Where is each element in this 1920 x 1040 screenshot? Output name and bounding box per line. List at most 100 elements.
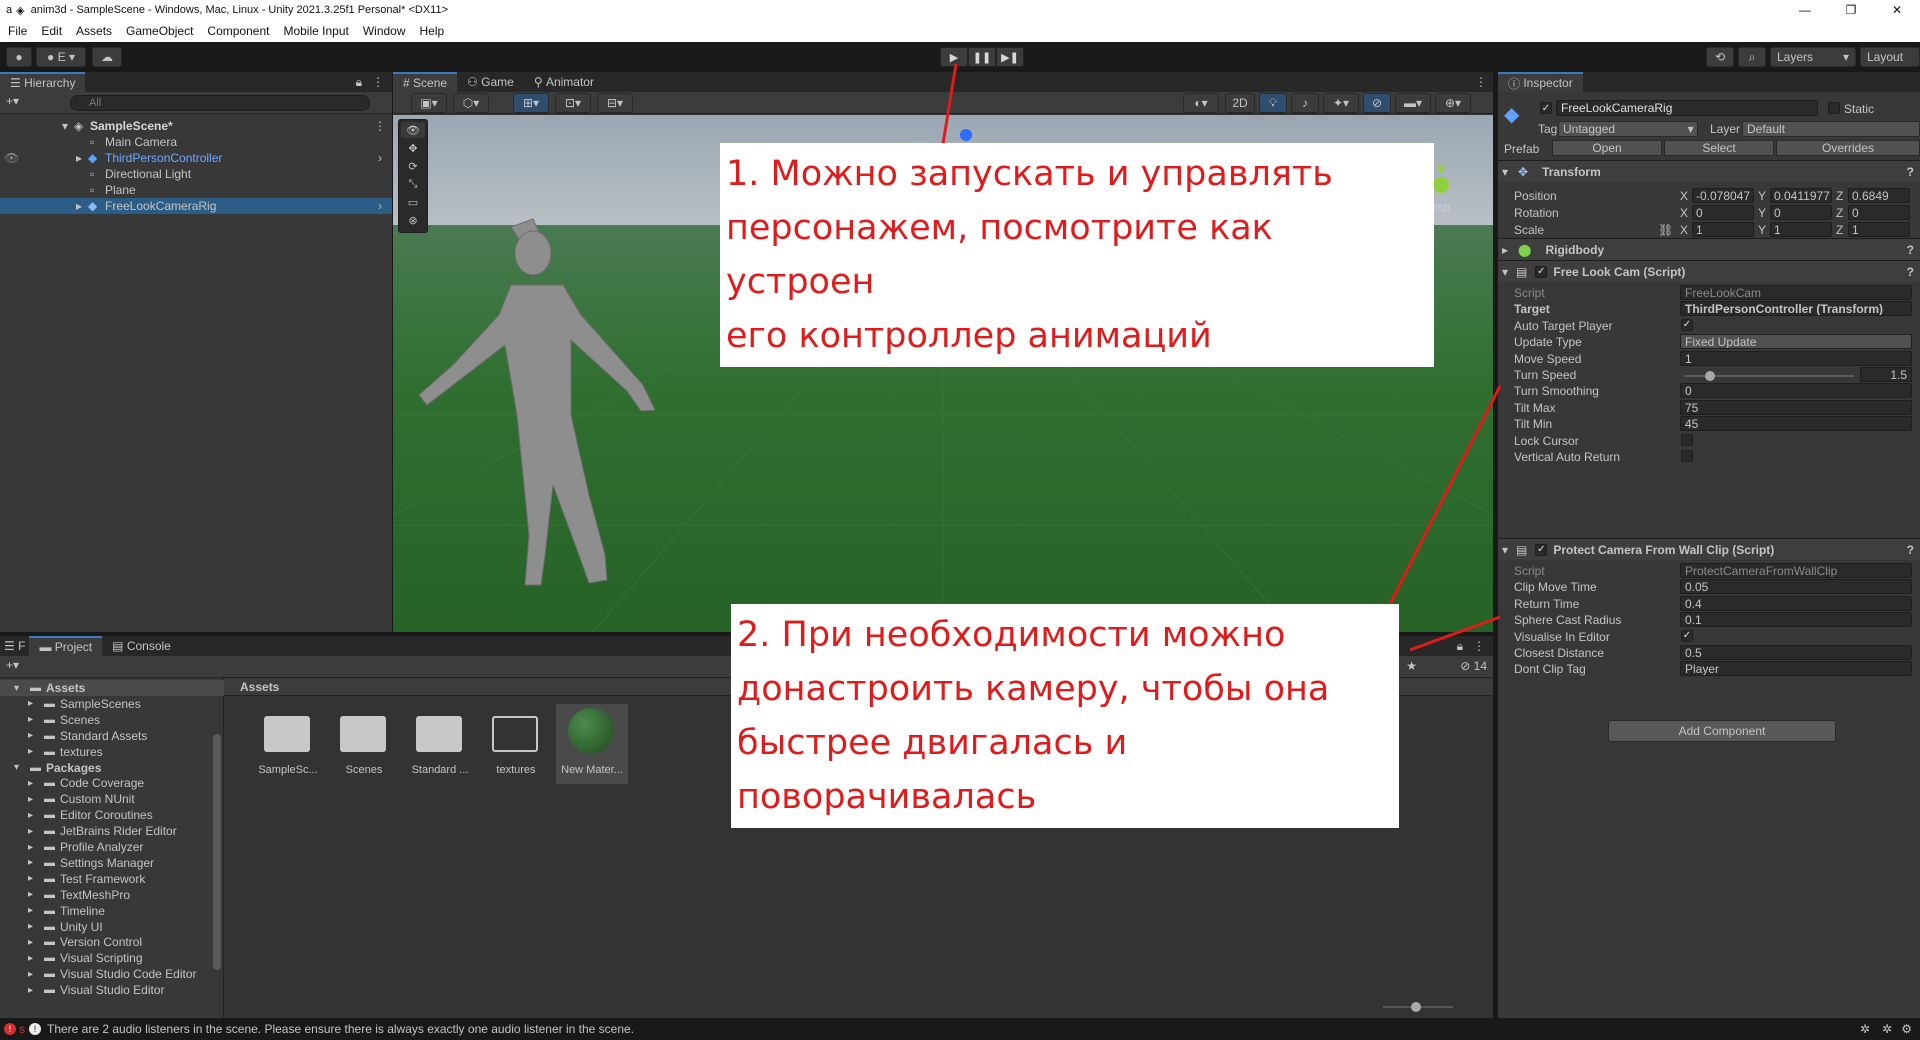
project-tree-item[interactable]: ▸ ▬ Visual Studio Code Editor <box>0 966 224 982</box>
prefab-open-button[interactable]: Open <box>1552 140 1662 156</box>
snap-dropdown[interactable]: ⊡▾ <box>555 93 591 113</box>
draw-mode-dropdown[interactable]: ▣▾ <box>411 93 447 113</box>
history-icon[interactable]: ⟲ <box>1706 47 1734 67</box>
expand-arrow-icon[interactable]: ▸ <box>76 199 82 213</box>
rigidbody-header[interactable]: ▸ ⬤ Rigidbody ? <box>1498 238 1920 260</box>
foldout-arrow-icon[interactable]: ▾ <box>1502 165 1508 179</box>
scale-tool-icon[interactable]: ⤡ <box>401 176 425 192</box>
hierarchy-row-third-person[interactable]: 👁︎ ▸ ◆ ThirdPersonController › <box>0 150 392 166</box>
close-button[interactable]: ✕ <box>1874 0 1920 20</box>
tab-inspector[interactable]: ⓘ Inspector <box>1498 72 1583 92</box>
tree-scrollbar[interactable] <box>213 734 221 970</box>
rotation-y-field[interactable]: 0 <box>1770 205 1832 220</box>
eye-icon[interactable]: 👁︎ <box>4 151 19 165</box>
kebab-menu-icon[interactable]: ⋮ <box>374 119 386 133</box>
foldout-arrow-icon[interactable]: ▸ <box>28 746 33 757</box>
lock-cursor-checkbox[interactable] <box>1681 433 1693 446</box>
project-tree-item[interactable]: ▸ ▬ TextMeshPro <box>0 887 224 903</box>
step-button[interactable]: ▶❚ <box>996 47 1024 67</box>
transform-header[interactable]: ▾ ✥ Transform ? <box>1498 160 1920 182</box>
menu-file[interactable]: File <box>8 24 27 38</box>
project-tree-item[interactable]: ▾ ▬ Packages <box>0 760 224 776</box>
add-icon[interactable]: +▾ <box>6 94 19 108</box>
foldout-arrow-icon[interactable]: ▸ <box>28 873 33 884</box>
project-tree-item[interactable]: ▸ ▬ Custom NUnit <box>0 791 224 807</box>
camera-dropdown[interactable]: ▬▾ <box>1395 93 1431 113</box>
prefab-overrides-dropdown[interactable]: Overrides <box>1776 140 1920 156</box>
project-tree-item[interactable]: ▸ ▬ Test Framework <box>0 871 224 887</box>
asset-item[interactable]: textures <box>480 704 552 784</box>
expand-arrow-icon[interactable]: ▸ <box>76 151 82 165</box>
constrain-link-icon[interactable]: ⛓ <box>1658 223 1673 237</box>
menu-mobile-input[interactable]: Mobile Input <box>283 24 348 38</box>
project-tree-item[interactable]: ▸ ▬ Version Control <box>0 934 224 950</box>
foldout-arrow-icon[interactable]: ▸ <box>28 698 33 709</box>
static-checkbox[interactable] <box>1828 102 1840 114</box>
component-enabled-checkbox[interactable]: ✓ <box>1535 543 1548 556</box>
minimize-button[interactable]: — <box>1782 0 1828 20</box>
foldout-arrow-icon[interactable]: ▸ <box>28 730 33 741</box>
foldout-arrow-icon[interactable]: ▸ <box>28 969 33 980</box>
target-field[interactable]: ThirdPersonController (Transform) <box>1680 301 1912 317</box>
menu-component[interactable]: Component <box>207 24 269 38</box>
prefab-select-button[interactable]: Select <box>1664 140 1774 156</box>
sphere-cast-radius-field[interactable]: 0.1 <box>1680 612 1912 628</box>
project-tree-item[interactable]: ▸ ▬ Profile Analyzer <box>0 839 224 855</box>
help-icon[interactable]: ? <box>1907 243 1914 257</box>
tab-scene[interactable]: # Scene <box>393 72 458 92</box>
shading-dropdown[interactable]: ⬡▾ <box>453 93 489 113</box>
visualise-in-editor-checkbox[interactable]: ✓ <box>1681 629 1693 642</box>
asset-item[interactable]: New Mater... <box>556 704 628 784</box>
move-tool-icon[interactable]: ✥ <box>401 140 425 156</box>
tag-dropdown[interactable]: Untagged ▾ <box>1558 121 1698 137</box>
foldout-arrow-icon[interactable]: ▾ <box>14 683 19 694</box>
transform-tool-icon[interactable]: ⊛ <box>401 212 425 228</box>
foldout-arrow-icon[interactable]: ▸ <box>28 778 33 789</box>
hierarchy-search-input[interactable]: All <box>70 95 370 111</box>
help-icon[interactable]: ? <box>1907 265 1914 279</box>
zoom-slider[interactable] <box>1383 1002 1453 1012</box>
project-tree-item[interactable]: ▸ ▬ Unity UI <box>0 919 224 935</box>
help-icon[interactable]: ? <box>1907 165 1914 179</box>
tab-animator[interactable]: ⚲ Animator <box>524 72 604 92</box>
project-tree-item[interactable]: ▸ ▬ SampleScenes <box>0 696 224 712</box>
hierarchy-row-main-camera[interactable]: ▫ Main Camera <box>0 134 392 150</box>
scale-y-field[interactable]: 1 <box>1770 222 1832 237</box>
clip-move-time-field[interactable]: 0.05 <box>1680 579 1912 595</box>
foldout-arrow-icon[interactable]: ▸ <box>28 889 33 900</box>
tab-hierarchy[interactable]: ☰ Hierarchy <box>0 72 86 92</box>
foldout-arrow-icon[interactable]: ▸ <box>28 810 33 821</box>
asset-item[interactable]: SampleSc... <box>252 704 324 784</box>
breadcrumb-item[interactable]: Assets <box>240 680 279 694</box>
pause-button[interactable]: ❚❚ <box>968 47 996 67</box>
foldout-arrow-icon[interactable]: ▸ <box>28 985 33 996</box>
rotation-x-field[interactable]: 0 <box>1692 205 1754 220</box>
hierarchy-row-plane[interactable]: ▫ Plane <box>0 182 392 198</box>
closest-distance-field[interactable]: 0.5 <box>1680 645 1912 660</box>
turn-smoothing-field[interactable]: 0 <box>1680 383 1912 399</box>
hierarchy-row-freelook[interactable]: ▸ ◆ FreeLookCameraRig › <box>0 198 392 214</box>
project-tree-item[interactable]: ▸ ▬ Visual Scripting <box>0 950 224 966</box>
add-icon[interactable]: +▾ <box>6 658 19 672</box>
project-tree-item[interactable]: ▾ ▬ Assets <box>0 680 224 696</box>
menu-window[interactable]: Window <box>363 24 406 38</box>
turn-speed-slider-thumb[interactable] <box>1705 371 1715 381</box>
project-tree-item[interactable]: ▸ ▬ Editor Coroutines <box>0 807 224 823</box>
error-icon[interactable]: ! <box>4 1023 16 1035</box>
hierarchy-row-directional-light[interactable]: ▫ Directional Light <box>0 166 392 182</box>
project-tree-item[interactable]: ▸ ▬ Settings Manager <box>0 855 224 871</box>
kebab-menu-icon[interactable]: ⋮ <box>1473 639 1485 653</box>
asset-item[interactable]: Standard ... <box>404 704 476 784</box>
asset-item[interactable]: Scenes <box>328 704 400 784</box>
auto-target-checkbox[interactable]: ✓ <box>1681 318 1693 331</box>
menu-edit[interactable]: Edit <box>41 24 62 38</box>
audio-toggle-icon[interactable]: ♪ <box>1291 93 1319 113</box>
position-z-field[interactable]: 0.6849 <box>1848 188 1910 203</box>
zoom-slider-thumb[interactable] <box>1411 1002 1421 1012</box>
turn-speed-field[interactable]: 1.5 <box>1860 367 1912 382</box>
status-message[interactable]: There are 2 audio listeners in the scene… <box>47 1022 634 1036</box>
layers-dropdown[interactable]: Layers ▾ <box>1770 47 1856 67</box>
active-checkbox[interactable]: ✓ <box>1540 102 1552 114</box>
restore-button[interactable]: ❐ <box>1828 0 1874 20</box>
favorite-star-icon[interactable]: ★ <box>1406 659 1417 673</box>
